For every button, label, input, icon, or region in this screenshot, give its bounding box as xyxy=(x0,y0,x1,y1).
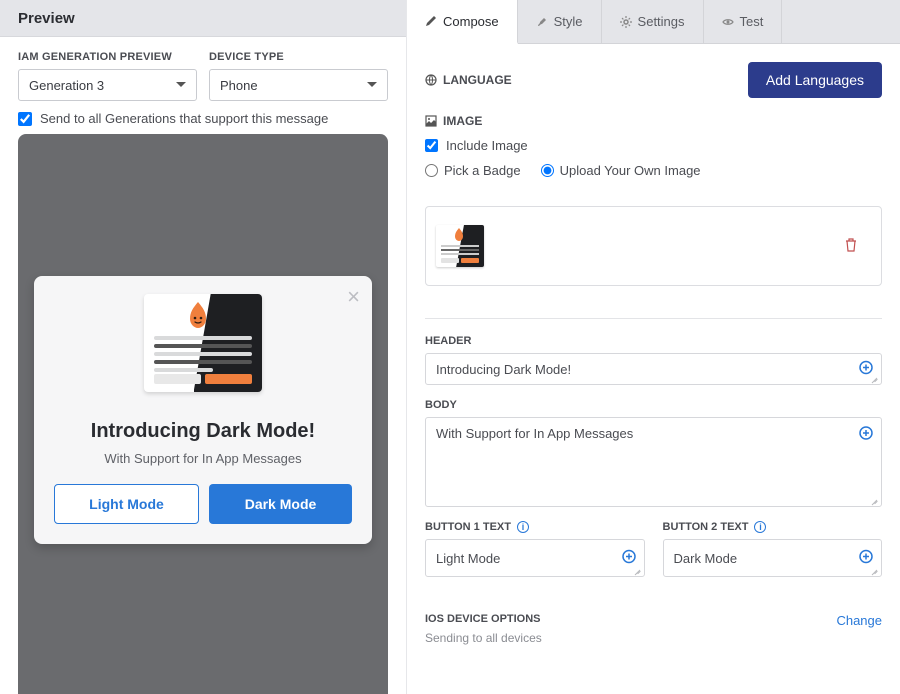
generation-value: Generation 3 xyxy=(29,78,104,93)
tab-compose-label: Compose xyxy=(443,14,499,29)
brush-icon xyxy=(536,16,548,28)
plus-icon[interactable] xyxy=(859,426,873,443)
device-frame: × xyxy=(18,134,388,694)
button2-field-label: BUTTON 2 TEXT i xyxy=(663,521,883,533)
language-section-title: LANGUAGE xyxy=(425,73,512,87)
trash-icon xyxy=(845,238,857,252)
upload-own-label: Upload Your Own Image xyxy=(560,163,701,178)
send-all-checkbox-row[interactable]: Send to all Generations that support thi… xyxy=(18,111,388,126)
generation-select[interactable]: Generation 3 xyxy=(18,69,197,101)
pick-badge-radio[interactable] xyxy=(425,164,438,177)
tab-bar: Compose Style Settings Test xyxy=(407,0,900,44)
pick-badge-label: Pick a Badge xyxy=(444,163,521,178)
tab-settings[interactable]: Settings xyxy=(602,0,704,43)
iam-modal-preview: × xyxy=(34,276,372,544)
change-link[interactable]: Change xyxy=(836,613,882,628)
pencil-icon xyxy=(425,15,437,27)
add-languages-button[interactable]: Add Languages xyxy=(748,62,882,98)
tab-compose[interactable]: Compose xyxy=(407,0,518,44)
info-icon[interactable]: i xyxy=(517,521,529,533)
resize-handle[interactable] xyxy=(869,564,879,574)
tab-style-label: Style xyxy=(554,14,583,29)
button2-input[interactable]: Dark Mode xyxy=(663,539,883,577)
resize-handle[interactable] xyxy=(869,494,879,504)
header-field-label: HEADER xyxy=(425,335,882,347)
modal-button-2[interactable]: Dark Mode xyxy=(209,484,352,524)
uploaded-image-box xyxy=(425,206,882,286)
preview-header: Preview xyxy=(0,0,406,37)
flame-icon xyxy=(453,228,465,241)
tab-test-label: Test xyxy=(740,14,764,29)
tab-test[interactable]: Test xyxy=(704,0,783,43)
pick-badge-radio-row[interactable]: Pick a Badge xyxy=(425,163,521,178)
header-input[interactable]: Introducing Dark Mode! xyxy=(425,353,882,385)
gear-icon xyxy=(620,16,632,28)
modal-button-1[interactable]: Light Mode xyxy=(54,484,199,524)
ios-options-title: IOS DEVICE OPTIONS xyxy=(425,613,542,625)
include-image-label: Include Image xyxy=(446,138,528,153)
upload-own-radio[interactable] xyxy=(541,164,554,177)
ios-options-subtitle: Sending to all devices xyxy=(425,631,542,645)
caret-down-icon xyxy=(367,82,377,88)
modal-header: Introducing Dark Mode! xyxy=(54,420,352,443)
modal-body: With Support for In App Messages xyxy=(54,451,352,466)
preview-panel: Preview IAM GENERATION PREVIEW Generatio… xyxy=(0,0,407,694)
image-section-title: IMAGE xyxy=(425,114,882,128)
uploaded-image-thumb[interactable] xyxy=(436,225,484,267)
include-image-checkbox[interactable] xyxy=(425,139,438,152)
button1-input[interactable]: Light Mode xyxy=(425,539,645,577)
device-label: DEVICE TYPE xyxy=(209,51,388,63)
generation-label: IAM GENERATION PREVIEW xyxy=(18,51,197,63)
close-icon[interactable]: × xyxy=(347,286,360,308)
delete-image-button[interactable] xyxy=(831,238,871,255)
resize-handle[interactable] xyxy=(869,372,879,382)
image-icon xyxy=(425,115,437,127)
editor-panel: Compose Style Settings Test LANGUAGE xyxy=(407,0,900,694)
tab-style[interactable]: Style xyxy=(518,0,602,43)
preview-title: Preview xyxy=(18,10,75,27)
send-all-checkbox[interactable] xyxy=(18,112,32,126)
include-image-checkbox-row[interactable]: Include Image xyxy=(425,138,882,153)
device-value: Phone xyxy=(220,78,258,93)
send-all-label: Send to all Generations that support thi… xyxy=(40,111,328,126)
body-field-label: BODY xyxy=(425,399,882,411)
modal-image xyxy=(144,294,262,392)
button1-field-label: BUTTON 1 TEXT i xyxy=(425,521,645,533)
body-input[interactable]: With Support for In App Messages xyxy=(425,417,882,507)
device-select[interactable]: Phone xyxy=(209,69,388,101)
globe-icon xyxy=(425,74,437,86)
upload-own-radio-row[interactable]: Upload Your Own Image xyxy=(541,163,701,178)
tab-settings-label: Settings xyxy=(638,14,685,29)
resize-handle[interactable] xyxy=(632,564,642,574)
eye-icon xyxy=(722,16,734,28)
caret-down-icon xyxy=(176,82,186,88)
flame-icon xyxy=(186,302,210,328)
info-icon[interactable]: i xyxy=(754,521,766,533)
